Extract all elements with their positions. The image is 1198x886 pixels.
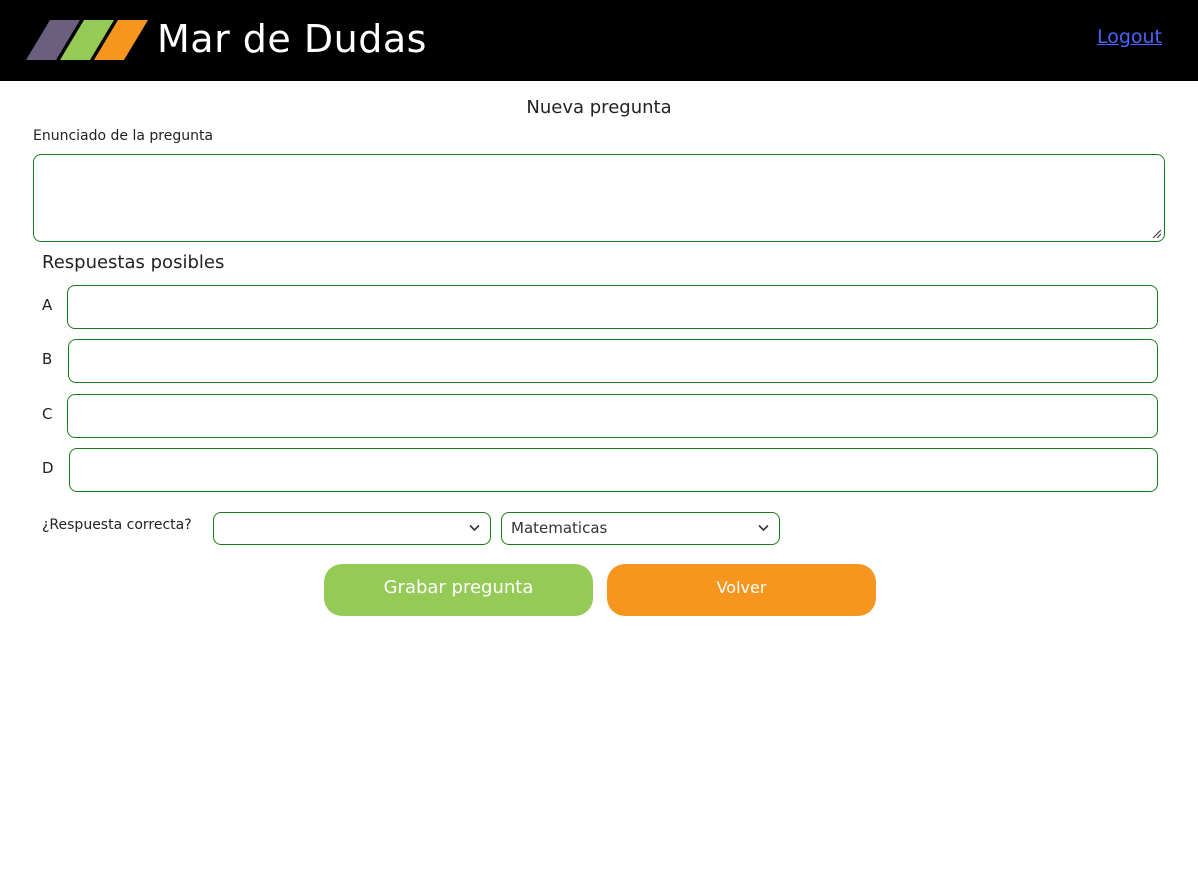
answer-letter-d: D (42, 459, 54, 477)
answer-letter-c: C (42, 405, 53, 423)
chevron-down-icon (469, 524, 480, 532)
correct-answer-select[interactable] (213, 512, 491, 545)
answer-letter-b: B (42, 350, 53, 368)
brand-name: Mar de Dudas (157, 17, 427, 61)
resize-grip-icon[interactable] (1151, 228, 1161, 238)
statement-label: Enunciado de la pregunta (33, 128, 214, 144)
logo (26, 20, 148, 60)
back-button[interactable]: Volver (607, 564, 876, 616)
subject-value: Matematicas (511, 519, 608, 537)
answer-letter-a: A (42, 296, 53, 314)
top-bar: Mar de Dudas Logout (0, 0, 1198, 81)
correct-answer-label: ¿Respuesta correcta? (42, 517, 192, 533)
answer-input-a[interactable] (67, 285, 1158, 329)
statement-textarea[interactable] (33, 154, 1165, 242)
subject-select[interactable]: Matematicas (501, 512, 780, 545)
page-title: Nueva pregunta (526, 97, 672, 118)
answer-input-c[interactable] (67, 394, 1158, 438)
logout-link[interactable]: Logout (1097, 26, 1162, 48)
answer-input-b[interactable] (68, 339, 1158, 383)
chevron-down-icon (758, 524, 769, 532)
answers-title: Respuestas posibles (42, 252, 225, 273)
answer-input-d[interactable] (69, 448, 1158, 492)
save-question-button[interactable]: Grabar pregunta (324, 564, 593, 616)
